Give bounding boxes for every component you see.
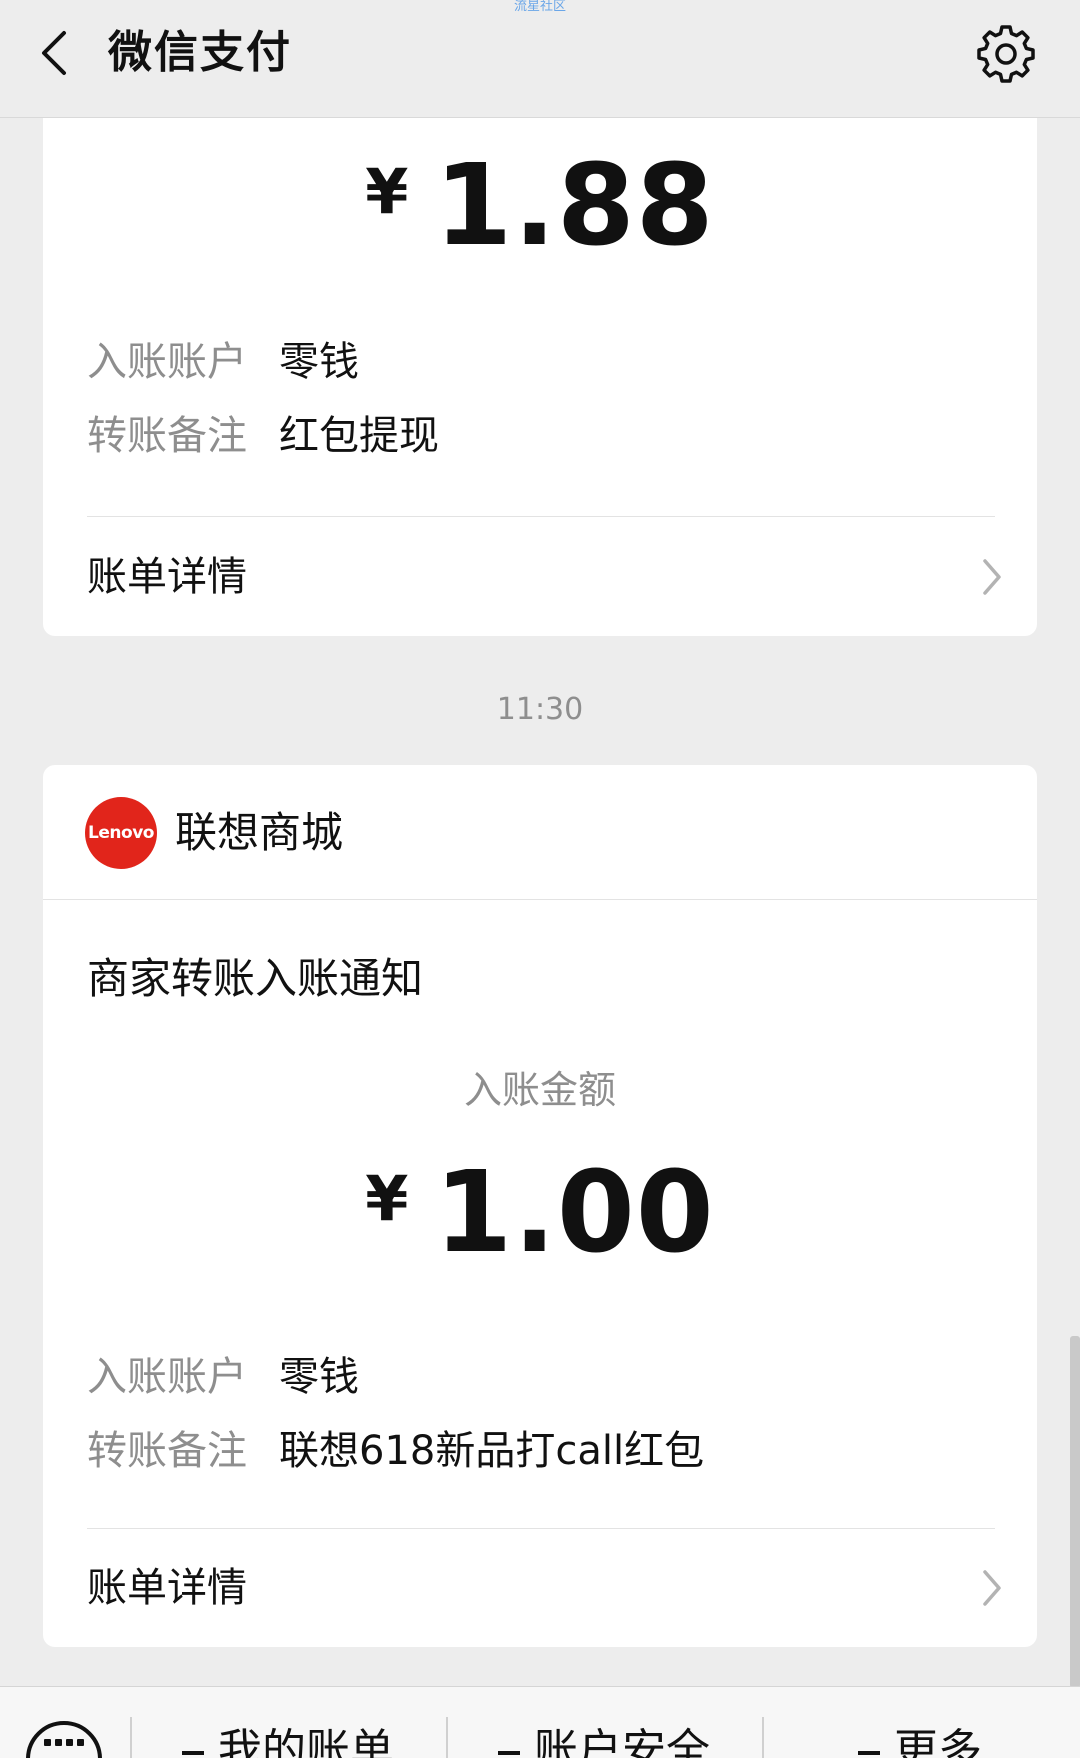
menu-separator <box>762 1717 764 1758</box>
account-row: 入账账户 零钱 <box>87 334 359 390</box>
bill-detail-link[interactable]: 账单详情 <box>87 542 1007 612</box>
menu-separator <box>446 1717 448 1758</box>
notice-title: 商家转账入账通知 <box>87 954 424 1003</box>
keyboard-icon <box>44 1739 84 1749</box>
lenovo-logo-text: Lenovo <box>88 823 154 843</box>
screen: 流星社区 微信支付 ¥ 1.88 入账账户 零钱 转账备注 红包提现 账单详情 … <box>0 0 1080 1758</box>
amount-value: 1.88 <box>434 141 715 271</box>
menu-item-label: 我的账单 <box>218 1725 394 1758</box>
remark-label: 转账备注 <box>87 413 247 459</box>
scrollbar[interactable] <box>1070 1336 1080 1688</box>
watermark: 流星社区 <box>513 0 566 14</box>
remark-row: 转账备注 联想618新品打call红包 <box>87 1423 704 1479</box>
menu-icon <box>858 1751 880 1755</box>
chevron-right-icon <box>977 555 1007 599</box>
remark-label: 转账备注 <box>87 1428 247 1474</box>
bill-detail-label: 账单详情 <box>87 554 247 600</box>
account-label: 入账账户 <box>87 339 247 385</box>
account-label: 入账账户 <box>87 1354 247 1400</box>
currency-symbol: ¥ <box>365 1162 409 1235</box>
keyboard-toggle-button[interactable] <box>26 1721 102 1758</box>
menu-item-my-bills[interactable]: 我的账单 <box>182 1721 394 1758</box>
bill-detail-label: 账单详情 <box>87 1565 247 1611</box>
bottom-menu-bar: 我的账单 账户安全 更多 <box>0 1686 1080 1758</box>
currency-symbol: ¥ <box>365 155 409 228</box>
back-button[interactable] <box>32 28 76 78</box>
menu-item-account-security[interactable]: 账户安全 <box>498 1721 710 1758</box>
remark-value: 红包提现 <box>279 413 439 459</box>
transfer-card-2: Lenovo 联想商城 商家转账入账通知 入账金额 ¥ 1.00 入账账户 零钱… <box>43 765 1037 1647</box>
bill-detail-link[interactable]: 账单详情 <box>87 1553 1007 1623</box>
gear-icon <box>977 25 1035 83</box>
remark-row: 转账备注 红包提现 <box>87 408 439 464</box>
amount-display: ¥ 1.00 <box>43 1153 1037 1273</box>
account-value: 零钱 <box>279 339 359 385</box>
transfer-card-1: ¥ 1.88 入账账户 零钱 转账备注 红包提现 账单详情 <box>43 104 1037 636</box>
divider <box>87 516 995 517</box>
menu-item-more[interactable]: 更多 <box>858 1721 982 1758</box>
amount-value: 1.00 <box>434 1148 715 1278</box>
divider <box>87 1528 995 1529</box>
menu-item-label: 更多 <box>894 1725 982 1758</box>
message-timestamp: 11:30 <box>496 692 584 727</box>
settings-button[interactable] <box>976 24 1036 84</box>
menu-icon <box>182 1751 204 1755</box>
amount-display: ¥ 1.88 <box>43 146 1037 266</box>
page-title: 微信支付 <box>108 27 292 78</box>
merchant-header[interactable]: Lenovo 联想商城 <box>85 795 343 871</box>
lenovo-logo: Lenovo <box>85 797 157 869</box>
remark-value: 联想618新品打call红包 <box>279 1428 705 1474</box>
merchant-name: 联想商城 <box>175 808 344 857</box>
chevron-right-icon <box>977 1566 1007 1610</box>
account-value: 零钱 <box>279 1354 359 1400</box>
amount-label: 入账金额 <box>463 1068 616 1112</box>
menu-separator <box>130 1717 132 1758</box>
divider <box>43 899 1037 900</box>
back-arrow-icon <box>42 31 66 75</box>
account-row: 入账账户 零钱 <box>87 1349 359 1405</box>
menu-icon <box>498 1751 520 1755</box>
header-bar: 微信支付 <box>0 0 1080 118</box>
menu-item-label: 账户安全 <box>534 1725 710 1758</box>
